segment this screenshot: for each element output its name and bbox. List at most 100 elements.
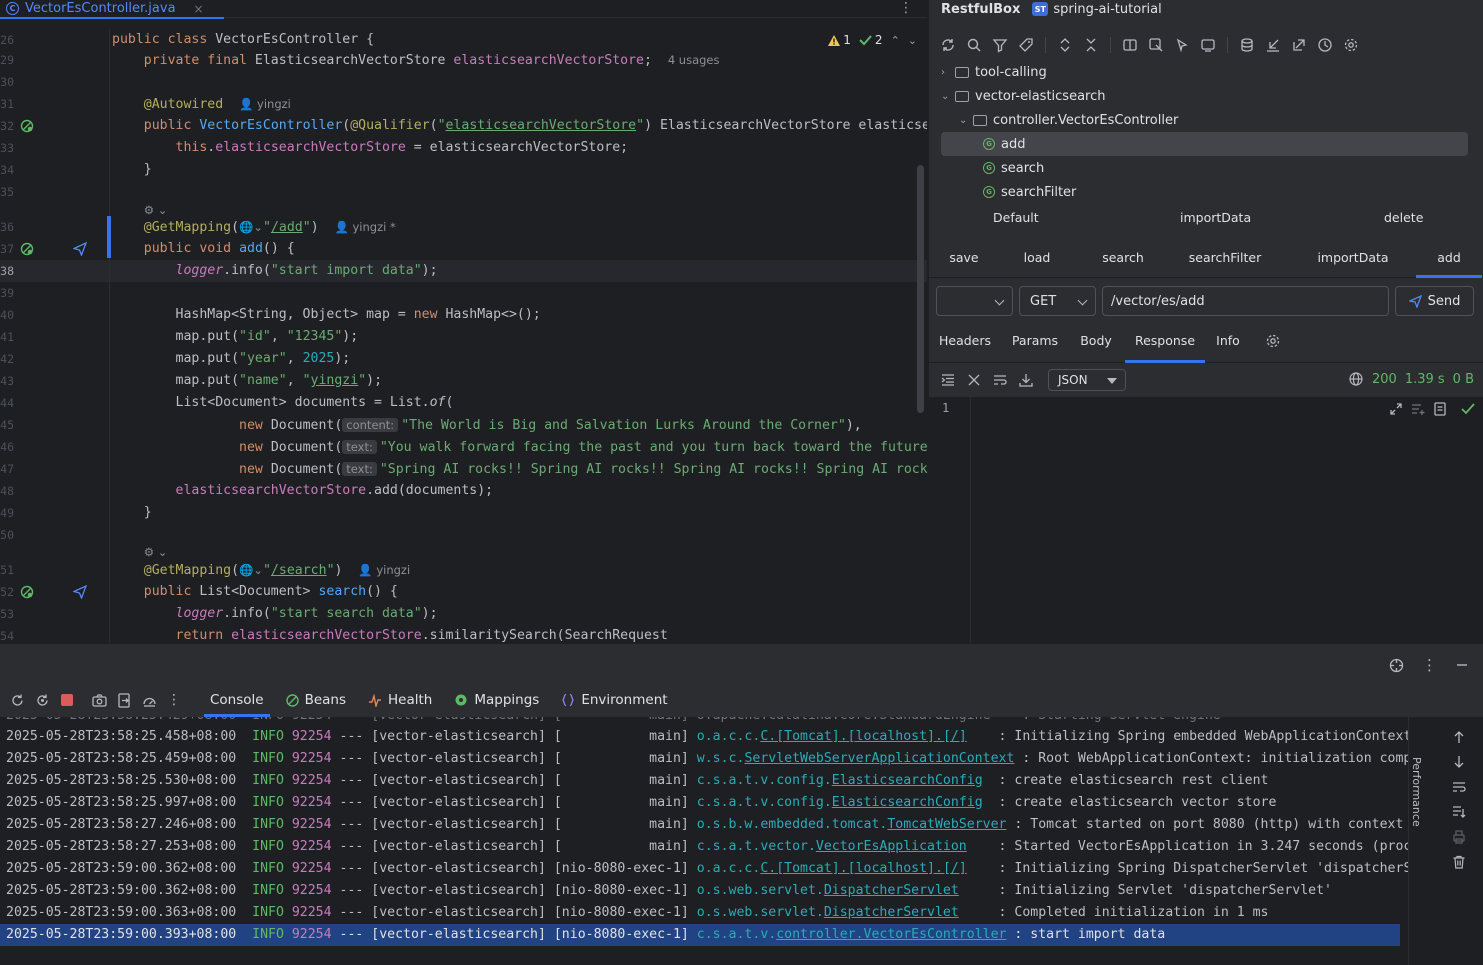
tree-item-controller-vectorescontroller[interactable]: ⌄ controller.VectorEsController xyxy=(941,108,1468,132)
document-icon[interactable] xyxy=(1433,402,1447,416)
expand-all-icon[interactable] xyxy=(1056,36,1074,54)
tree-item-search[interactable]: Gsearch xyxy=(941,156,1468,180)
more-options-icon[interactable]: ⋮ xyxy=(899,0,913,16)
code-area[interactable]: public class VectorEsController { privat… xyxy=(112,29,927,643)
code-line[interactable]: private final ElasticsearchVectorStore e… xyxy=(112,49,927,71)
bean-gutter-icon[interactable] xyxy=(20,242,34,256)
rerun-icon[interactable] xyxy=(9,692,25,708)
arrow-down-icon[interactable] xyxy=(1452,755,1466,769)
request-tab-search[interactable]: search xyxy=(1094,244,1152,278)
chevron-down-icon[interactable]: ⌄ xyxy=(941,91,955,102)
code-line[interactable]: @GetMapping(🌐⌄"/search") 👤 yingzi xyxy=(112,559,927,581)
code-line[interactable]: logger.info("start import data"); xyxy=(112,260,927,282)
log-line[interactable]: 2025-05-28T23:59:00.362+08:00 INFO 92254… xyxy=(6,858,1408,880)
code-line[interactable]: new Document(text: "You walk forward faci… xyxy=(112,436,927,458)
list-add-icon[interactable] xyxy=(1411,402,1425,416)
chevron-up-icon[interactable]: ⌃ xyxy=(891,34,900,47)
search-icon[interactable] xyxy=(965,36,983,54)
method-select[interactable]: GET xyxy=(1019,286,1096,316)
request-tab-load[interactable]: load xyxy=(1013,244,1061,278)
refresh-icon[interactable] xyxy=(939,36,957,54)
format-icon[interactable] xyxy=(939,371,957,389)
code-line[interactable]: logger.info("start search data"); xyxy=(112,603,927,625)
file-tab[interactable]: C VectorEsController.java × xyxy=(0,0,224,19)
locate-icon[interactable] xyxy=(1147,36,1165,54)
send-request-icon[interactable] xyxy=(73,242,87,256)
code-line[interactable]: public class VectorEsController { xyxy=(112,29,927,51)
minimize-icon[interactable] xyxy=(1455,658,1469,672)
environment-select[interactable] xyxy=(936,286,1013,316)
response-tab-response[interactable]: Response xyxy=(1125,327,1205,363)
cursor-icon[interactable] xyxy=(1173,36,1191,54)
settings-icon[interactable] xyxy=(1342,36,1360,54)
code-line[interactable]: elasticsearchVectorStore.add(documents); xyxy=(112,480,927,502)
scroll-to-end-icon[interactable] xyxy=(1452,805,1466,819)
tab-health[interactable]: Health xyxy=(368,683,432,717)
chevron-right-icon[interactable]: › xyxy=(941,67,955,78)
chevron-down-icon[interactable]: ⌄ xyxy=(959,115,973,126)
request-tab-importdata[interactable]: importData xyxy=(1310,244,1396,278)
log-line[interactable]: 2025-05-28T23:58:25.530+08:00 INFO 92254… xyxy=(6,770,1406,792)
bean-gutter-icon[interactable] xyxy=(20,585,34,599)
response-tab-headers[interactable]: Headers xyxy=(937,327,993,363)
code-editor[interactable]: C VectorEsController.java × ⋮ 26 29 30 31 32… xyxy=(0,0,927,643)
collapse-icon[interactable] xyxy=(965,371,983,389)
database-icon[interactable] xyxy=(1238,36,1256,54)
send-button[interactable]: Send xyxy=(1395,286,1474,316)
group-importdata[interactable]: importData xyxy=(1180,210,1251,225)
code-line[interactable]: this.elasticsearchVectorStore = elastics… xyxy=(112,137,927,159)
log-line[interactable]: 2025-05-28T23:58:27.253+08:00 INFO 92254… xyxy=(6,836,1408,858)
code-line[interactable]: HashMap<String, Object> map = new HashMa… xyxy=(112,304,927,326)
log-line[interactable]: 2025-05-28T23:59:00.363+08:00 INFO 92254… xyxy=(6,902,1406,924)
wrap-icon[interactable] xyxy=(991,371,1009,389)
code-line[interactable]: public VectorEsController(@Qualifier("el… xyxy=(112,115,927,137)
dashboard-icon[interactable] xyxy=(141,692,157,708)
tab-beans[interactable]: Beans xyxy=(285,683,346,717)
export-icon[interactable] xyxy=(1290,36,1308,54)
tab-mappings[interactable]: Mappings xyxy=(454,683,539,717)
exit-icon[interactable] xyxy=(116,692,132,708)
restfulbox-title[interactable]: RestfulBox xyxy=(941,2,1020,17)
console-output[interactable]: 2025-05-28T23:58:25.429+08:00 INFO 92254… xyxy=(0,717,1408,965)
log-line[interactable]: 2025-05-28T23:59:00.393+08:00 INFO 92254… xyxy=(0,924,1400,946)
editor-scrollbar[interactable] xyxy=(917,165,924,413)
code-line[interactable]: return elasticsearchVectorStore.similari… xyxy=(112,625,927,643)
code-line[interactable]: map.put("year", 2025); xyxy=(112,348,927,370)
warning-icon[interactable]: 1 xyxy=(828,33,851,47)
response-tab-params[interactable]: Params xyxy=(1009,327,1061,363)
response-body[interactable]: 1 xyxy=(929,397,1483,643)
trash-icon[interactable] xyxy=(1452,855,1466,869)
close-tab-icon[interactable]: × xyxy=(194,2,204,16)
more-options-icon[interactable]: ⋮ xyxy=(1422,656,1437,674)
tree-item-searchfilter[interactable]: GsearchFilter xyxy=(941,180,1468,204)
tag-icon[interactable] xyxy=(1017,36,1035,54)
performance-tab[interactable]: Performance xyxy=(1410,757,1423,827)
chevron-down-icon[interactable]: ⌄ xyxy=(908,34,917,47)
log-line[interactable]: 2025-05-28T23:58:25.458+08:00 INFO 92254… xyxy=(6,726,1408,748)
inspection-widget[interactable]: 1 2 ⌃ ⌄ xyxy=(822,33,917,47)
tab-console[interactable]: Console xyxy=(204,683,270,717)
tab-environment[interactable]: Environment xyxy=(561,683,668,717)
print-icon[interactable] xyxy=(1452,830,1466,844)
group-default[interactable]: Default xyxy=(993,210,1039,225)
group-delete[interactable]: delete xyxy=(1384,210,1423,225)
log-line[interactable]: 2025-05-28T23:59:00.362+08:00 INFO 92254… xyxy=(6,880,1406,902)
arrow-up-icon[interactable] xyxy=(1452,730,1466,744)
soft-wrap-icon[interactable] xyxy=(1452,780,1466,794)
stop-icon[interactable] xyxy=(59,692,75,708)
request-tab-save[interactable]: save xyxy=(939,244,989,278)
camera-icon[interactable] xyxy=(91,692,107,708)
code-line[interactable]: @Autowired 👤 yingzi xyxy=(112,93,927,115)
code-line[interactable]: public void add() { xyxy=(112,238,927,260)
tree-item-vector-elasticsearch[interactable]: ⌄ vector-elasticsearch xyxy=(941,84,1468,108)
code-line[interactable]: @GetMapping(🌐⌄"/add") 👤 yingzi * xyxy=(112,216,927,238)
filter-icon[interactable] xyxy=(991,36,1009,54)
download-icon[interactable] xyxy=(1017,371,1035,389)
history-icon[interactable] xyxy=(1316,36,1334,54)
tree-item-add[interactable]: Gadd xyxy=(941,132,1468,156)
bean-gutter-icon[interactable] xyxy=(20,119,34,133)
code-line[interactable] xyxy=(112,71,927,93)
log-line[interactable]: 2025-05-28T23:58:25.459+08:00 INFO 92254… xyxy=(6,748,1408,770)
response-tab-info[interactable]: Info xyxy=(1213,327,1243,363)
code-line[interactable]: public List<Document> search() { xyxy=(112,581,927,603)
